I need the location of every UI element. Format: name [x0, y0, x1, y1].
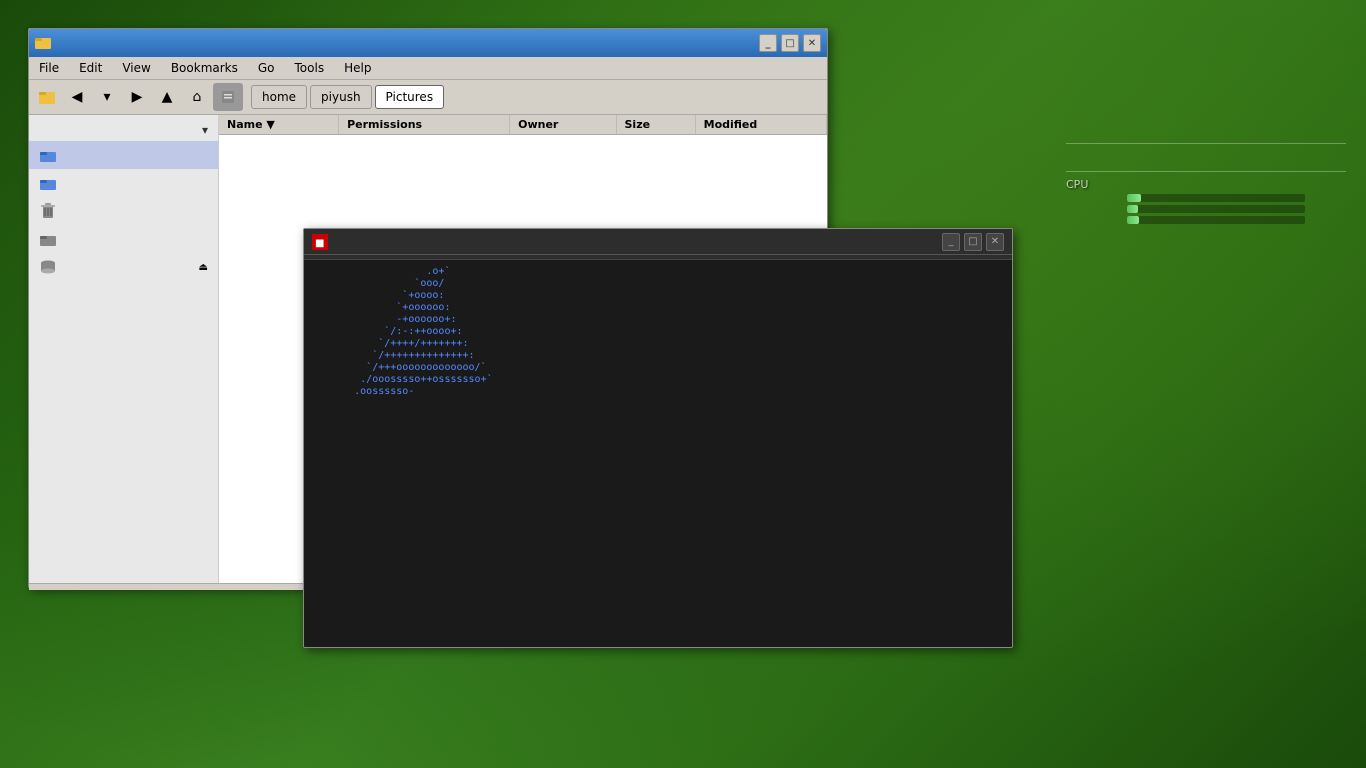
col-permissions[interactable]: Permissions	[339, 115, 510, 135]
processors-title	[1066, 168, 1346, 172]
core2-row	[1066, 205, 1346, 213]
core3-row	[1066, 216, 1346, 224]
trash-icon	[39, 202, 57, 220]
dropdown-button[interactable]: ▾	[93, 83, 121, 111]
svg-text:■: ■	[315, 238, 324, 249]
menu-go[interactable]: Go	[252, 59, 281, 77]
menu-file[interactable]: File	[33, 59, 65, 77]
col-owner[interactable]: Owner	[510, 115, 616, 135]
close-button[interactable]: ✕	[803, 34, 821, 52]
sidebar-item-trash[interactable]	[29, 197, 218, 225]
system-panel: CPU	[1066, 140, 1346, 227]
filemanager-controls[interactable]: _ □ ✕	[759, 34, 821, 52]
minimize-button[interactable]: _	[759, 34, 777, 52]
loc-pictures[interactable]: Pictures	[375, 85, 445, 109]
desktop-icon-sidebar	[39, 174, 57, 192]
eject-icon[interactable]: ⏏	[199, 262, 208, 273]
terminal-window: ■ _ □ ✕ .o+` `ooo/ `+oooo: `+oooooo: -+	[303, 228, 1013, 648]
filemanager-sidebar: ▾	[29, 115, 219, 583]
menu-view[interactable]: View	[116, 59, 156, 77]
col-name[interactable]: Name ▼	[219, 115, 339, 135]
back-button[interactable]: ◀	[63, 83, 91, 111]
neofetch-logo: .o+` `ooo/ `+oooo: `+oooooo: -+oooooo+: …	[312, 266, 493, 398]
filesystem-icon	[39, 230, 57, 248]
home-folder-icon	[39, 146, 57, 164]
clock-date	[1331, 20, 1346, 41]
col-modified[interactable]: Modified	[695, 115, 826, 135]
core1-row	[1066, 194, 1346, 202]
storage-icon	[39, 258, 57, 276]
up-button[interactable]: ▲	[153, 83, 181, 111]
location-button[interactable]	[213, 83, 243, 111]
terminal-icon: ■	[312, 234, 328, 250]
maximize-button[interactable]: □	[781, 34, 799, 52]
sidebar-item-storage[interactable]: ⏏	[29, 253, 218, 281]
terminal-close[interactable]: ✕	[986, 233, 1004, 251]
desktop: CPU	[0, 0, 1366, 768]
sidebar-item-desktop[interactable]	[29, 169, 218, 197]
core2-bar	[1127, 205, 1138, 213]
terminal-controls[interactable]: _ □ ✕	[942, 233, 1004, 251]
filemanager-titlebar: _ □ ✕	[29, 29, 827, 57]
filemanager-menubar: File Edit View Bookmarks Go Tools Help	[29, 57, 827, 80]
sidebar-item-home[interactable]	[29, 141, 218, 169]
loc-home[interactable]: home	[251, 85, 307, 109]
clock-widget	[1331, 20, 1346, 41]
sidebar-header: ▾	[29, 119, 218, 141]
home-button[interactable]: ⌂	[183, 83, 211, 111]
menu-help[interactable]: Help	[338, 59, 377, 77]
col-size[interactable]: Size	[616, 115, 695, 135]
menu-edit[interactable]: Edit	[73, 59, 108, 77]
core1-bar	[1127, 194, 1141, 202]
terminal-maximize[interactable]: □	[964, 233, 982, 251]
filemanager-icon	[35, 34, 51, 53]
core1-bar-container	[1127, 194, 1305, 202]
terminal-body[interactable]: .o+` `ooo/ `+oooo: `+oooooo: -+oooooo+: …	[304, 260, 1012, 622]
location-bar: home piyush Pictures	[251, 85, 444, 109]
sidebar-item-filesystem[interactable]	[29, 225, 218, 253]
menu-tools[interactable]: Tools	[289, 59, 331, 77]
file-table: Name ▼ Permissions Owner Size Modified	[219, 115, 827, 135]
core3-bar	[1127, 216, 1139, 224]
menu-bookmarks[interactable]: Bookmarks	[165, 59, 244, 77]
loc-piyush[interactable]: piyush	[310, 85, 372, 109]
forward-button[interactable]: ▶	[123, 83, 151, 111]
filemanager-toolbar: ◀ ▾ ▶ ▲ ⌂ home piyush Pictures	[29, 80, 827, 115]
terminal-titlebar: ■ _ □ ✕	[304, 229, 1012, 255]
core3-bar-container	[1127, 216, 1305, 224]
system-title	[1066, 140, 1346, 144]
core2-bar-container	[1127, 205, 1305, 213]
terminal-minimize[interactable]: _	[942, 233, 960, 251]
cpu-label: CPU	[1066, 178, 1088, 191]
new-folder-button[interactable]	[33, 83, 61, 111]
